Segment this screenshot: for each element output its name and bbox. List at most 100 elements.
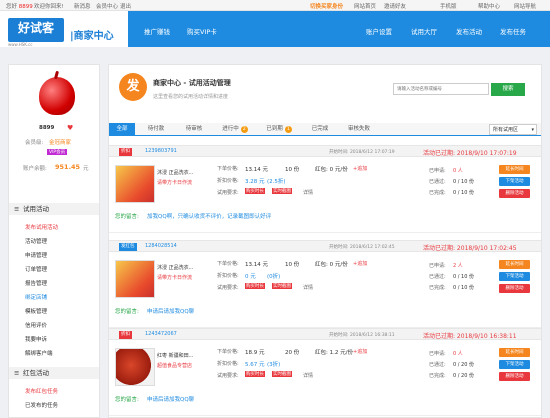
tab-in-progress[interactable]: 进行中 2 bbox=[215, 123, 255, 136]
takedown-button[interactable]: 下架活动 bbox=[499, 177, 530, 186]
stat-applied: 2 人 bbox=[453, 263, 463, 269]
logo-url: www.HSK.cc bbox=[8, 42, 33, 47]
stat-passed: 0 / 10 份 bbox=[453, 274, 474, 280]
sidebar-item-bind-shop[interactable]: 绑定店铺 bbox=[25, 293, 47, 301]
sidebar-item-order-manage[interactable]: 订单管理 bbox=[25, 265, 47, 273]
requirement-detail-link[interactable]: 详情 bbox=[303, 189, 313, 196]
tab-expired[interactable]: 已到期 1 bbox=[259, 123, 299, 136]
start-time: 开始时间: 2018/6/12 17:02:45 bbox=[329, 245, 395, 250]
extend-time-button[interactable]: 延长时间 bbox=[499, 260, 530, 269]
product-note: 请带方卡日作流 bbox=[157, 275, 193, 281]
sidebar: 8899 ♥ 会员级: 金冠商家 VIP会员 账户余额: 951.45 元 ≡ … bbox=[8, 64, 100, 418]
sidebar-item-published-tasks[interactable]: 已发布的任务 bbox=[25, 401, 58, 409]
sidebar-item-appeal[interactable]: 我要申诉 bbox=[25, 335, 47, 343]
tab-pending-review[interactable]: 待审核 bbox=[177, 123, 211, 136]
seller-note: 加我QQ啊，只确认收货不评价，记录截图即认好评 bbox=[147, 214, 272, 220]
link-home[interactable]: 网站首页 bbox=[354, 2, 376, 10]
section-subtitle: 这里查看您的试用活动详情和进度 bbox=[153, 94, 229, 100]
discount-percent: (0折) bbox=[267, 274, 281, 280]
tab-pending-payment[interactable]: 待付款 bbox=[139, 123, 173, 136]
list-icon: ≡ bbox=[14, 369, 20, 377]
product-thumbnail[interactable] bbox=[115, 260, 155, 298]
requirement-detail-link[interactable]: 详情 bbox=[303, 372, 313, 379]
takedown-button[interactable]: 下架活动 bbox=[499, 360, 530, 369]
status-text: 活动已过期: 2018/9/10 16:38:11 bbox=[423, 333, 517, 340]
delete-button[interactable]: 删除活动 bbox=[499, 372, 530, 381]
sidebar-item-apply-manage[interactable]: 申请管理 bbox=[25, 251, 47, 259]
tab-all[interactable]: 全部 bbox=[109, 123, 135, 136]
nav-trial-hall[interactable]: 试用大厅 bbox=[411, 26, 437, 36]
link-logout[interactable]: 退出 bbox=[120, 2, 131, 10]
nav-promote[interactable]: 推广赚钱 bbox=[144, 26, 170, 36]
activity-card: 折扣 1243472067 开始时间: 2018/6/12 16:38:11 活… bbox=[109, 328, 541, 416]
search-button[interactable]: 搜索 bbox=[491, 83, 525, 96]
main-panel: 发 商家中心 - 试用活动管理 这里查看您的试用活动详情和进度 搜索 全部 待付… bbox=[108, 64, 542, 418]
extend-time-button[interactable]: 延长时间 bbox=[499, 348, 530, 357]
delete-button[interactable]: 删除活动 bbox=[499, 284, 530, 293]
nav-buy-vip[interactable]: 购买VIP卡 bbox=[187, 26, 217, 36]
avatar[interactable] bbox=[39, 77, 75, 115]
quantity: 10 份 bbox=[285, 167, 300, 173]
link-mobile[interactable]: 手机版 bbox=[440, 2, 457, 10]
sidebar-item-template-manage[interactable]: 模板管理 bbox=[25, 307, 47, 315]
zone-filter-select[interactable]: 所有试用区 ▾ bbox=[489, 124, 537, 135]
link-help[interactable]: 帮助中心 bbox=[478, 2, 500, 10]
note-label: 您的留言: bbox=[115, 309, 139, 315]
requirement-tag: 实时截图 bbox=[272, 371, 292, 377]
sidebar-item-publish-trial[interactable]: 发布试用活动 bbox=[25, 223, 58, 231]
delete-button[interactable]: 删除活动 bbox=[499, 189, 530, 198]
price-label: 下单价格: bbox=[217, 261, 239, 267]
card-header: 折扣 1239803791 开始时间: 2018/6/12 17:07:19 活… bbox=[109, 145, 541, 157]
link-messages[interactable]: 新消息 bbox=[74, 2, 91, 10]
product-thumbnail[interactable] bbox=[115, 348, 155, 386]
section-trial-activity[interactable]: ≡ 试用活动 bbox=[9, 203, 99, 215]
discount-percent: (2.5折) bbox=[267, 179, 286, 185]
activity-id[interactable]: 1284028514 bbox=[145, 243, 177, 249]
link-invite[interactable]: 邀请好友 bbox=[384, 2, 406, 10]
page-title: |商家中心 bbox=[70, 31, 114, 42]
sidebar-item-credit-review[interactable]: 信用评价 bbox=[25, 321, 47, 329]
takedown-button[interactable]: 下架活动 bbox=[499, 272, 530, 281]
tab-review-failed[interactable]: 审核失败 bbox=[341, 123, 377, 136]
stat-label: 已通过: bbox=[429, 179, 446, 185]
switch-buyer-link[interactable]: 切换买家身份 bbox=[310, 2, 343, 10]
tab-completed[interactable]: 已完成 bbox=[303, 123, 337, 136]
activity-id[interactable]: 1239803791 bbox=[145, 148, 177, 154]
sidebar-item-publish-hongbao[interactable]: 发布红包任务 bbox=[25, 387, 58, 395]
section-hongbao[interactable]: ≡ 红包活动 bbox=[9, 367, 99, 379]
member-level-label: 会员级: bbox=[25, 140, 44, 146]
product-name[interactable]: 沐浸 正品洗衣... bbox=[157, 264, 193, 271]
status-tabs: 全部 待付款 待审核 进行中 2 已到期 1 已完成 审核失败 bbox=[109, 123, 541, 136]
activity-id[interactable]: 1243472067 bbox=[145, 331, 177, 337]
hongbao-add-link[interactable]: +追加 bbox=[353, 165, 367, 172]
sidebar-item-activity-manage[interactable]: 活动管理 bbox=[25, 237, 47, 245]
product-note: 请带方卡日作流 bbox=[157, 180, 193, 186]
product-name[interactable]: 沐浸 正品洗衣... bbox=[157, 169, 193, 176]
requirement-detail-link[interactable]: 详情 bbox=[303, 284, 313, 291]
stat-completed: 0 / 20 份 bbox=[453, 373, 474, 379]
requirement-tag: 购买时长 bbox=[245, 283, 265, 289]
stat-completed: 0 / 10 份 bbox=[453, 285, 474, 291]
search-input[interactable] bbox=[393, 83, 489, 95]
welcome-text: 欢迎你回来! bbox=[34, 4, 64, 10]
product-name[interactable]: 红枣 新疆和田... bbox=[157, 352, 193, 359]
sidebar-item-report-manage[interactable]: 报告管理 bbox=[25, 279, 47, 287]
logo[interactable]: 好试客 bbox=[8, 18, 64, 42]
section-title: 商家中心 - 试用活动管理 bbox=[153, 79, 231, 87]
requirement-label: 试用要求: bbox=[217, 285, 239, 291]
discount-label: 折扣价格: bbox=[217, 273, 239, 279]
requirement-tag: 实时截图 bbox=[272, 188, 292, 194]
nav-publish-task[interactable]: 发布任务 bbox=[500, 26, 526, 36]
vip-badge: VIP会员 bbox=[47, 149, 68, 155]
nav-account-settings[interactable]: 账户设置 bbox=[366, 26, 392, 36]
extend-time-button[interactable]: 延长时间 bbox=[499, 165, 530, 174]
product-thumbnail[interactable] bbox=[115, 165, 155, 203]
quantity: 20 份 bbox=[285, 350, 300, 356]
link-member-center[interactable]: 会员中心 bbox=[96, 2, 118, 10]
hongbao-add-link[interactable]: +追加 bbox=[353, 260, 367, 267]
sidebar-item-unbind-client[interactable]: 解绑客户端 bbox=[25, 349, 53, 357]
link-site-nav[interactable]: 网站导航 bbox=[514, 2, 536, 10]
nav-publish-activity[interactable]: 发布活动 bbox=[456, 26, 482, 36]
discount-percent: (3折) bbox=[267, 362, 281, 368]
hongbao-add-link[interactable]: +追加 bbox=[353, 348, 367, 355]
